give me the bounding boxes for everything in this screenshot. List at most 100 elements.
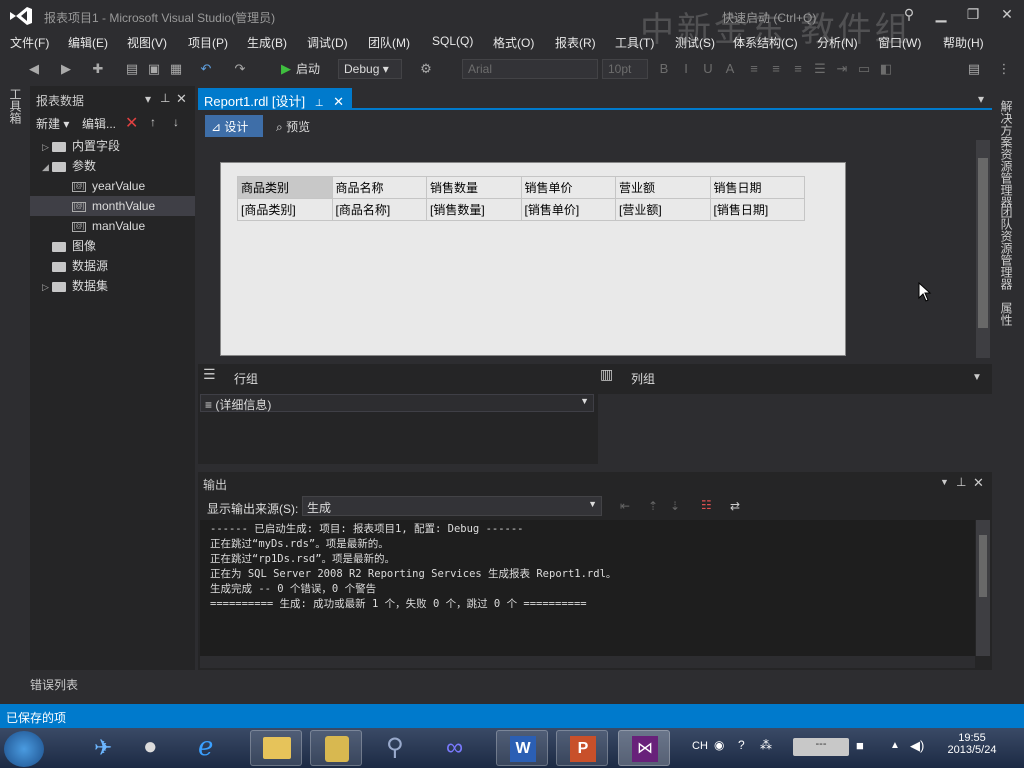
tab-solution-explorer[interactable]: 解决方案资源管理器 <box>998 100 1015 208</box>
next-message-icon[interactable]: ⇣ <box>670 499 680 513</box>
new-button[interactable]: 新建 ▾ <box>36 115 69 132</box>
move-down-icon[interactable]: ↓ <box>173 115 179 129</box>
menu-tools[interactable]: 工具(T) <box>615 34 654 51</box>
output-text[interactable]: ------ 已启动生成: 项目: 报表项目1, 配置: Debug -----… <box>200 520 975 656</box>
border-icon[interactable]: ▭ <box>856 61 872 77</box>
power-icon[interactable]: ■ <box>856 738 864 753</box>
menu-analyze[interactable]: 分析(N) <box>817 34 858 51</box>
close-panel-icon[interactable]: ✕ <box>176 91 187 107</box>
menu-window[interactable]: 窗口(W) <box>878 34 921 51</box>
forward-icon[interactable]: ▶ <box>58 61 74 77</box>
font-size-dropdown[interactable]: 10pt <box>602 59 648 79</box>
ime-icon[interactable]: ◉ <box>714 738 724 752</box>
row-group-dropdown-icon[interactable]: ▼ <box>580 396 589 406</box>
tree-parameter-item[interactable]: [@] monthValue <box>30 196 195 216</box>
prev-message-icon[interactable]: ⇡ <box>648 499 658 513</box>
tab-close-icon[interactable]: ✕ <box>333 94 344 109</box>
show-hidden-icons[interactable]: ▲ <box>890 740 900 751</box>
canvas-scroll-thumb[interactable] <box>978 158 988 328</box>
menu-edit[interactable]: 编辑(E) <box>68 34 108 51</box>
tree-parameter-item[interactable]: [@] manValue <box>30 216 195 236</box>
field-cell[interactable]: [商品类别] <box>237 198 333 221</box>
help-icon[interactable]: ? <box>738 738 745 752</box>
header-cell[interactable]: 商品类别 <box>237 176 333 199</box>
clear-all-icon[interactable]: ☷ <box>701 498 712 512</box>
align-left-icon[interactable]: ≡ <box>746 61 762 77</box>
visual-studio-logo-icon[interactable] <box>8 5 34 27</box>
save-all-icon[interactable]: ▦ <box>168 61 184 77</box>
taskbar-app-infinity[interactable]: ∞ <box>434 730 486 766</box>
search-icon[interactable]: ⚲ <box>898 6 920 26</box>
open-file-icon[interactable]: ▤ <box>124 61 140 77</box>
save-icon[interactable]: ▣ <box>146 61 162 77</box>
more-tools-icon[interactable]: ⋮ <box>996 61 1012 77</box>
config-dropdown[interactable]: Debug ▾ <box>338 59 402 79</box>
start-button[interactable] <box>4 731 44 767</box>
underline-icon[interactable]: U <box>700 61 716 77</box>
tree-parameter-item[interactable]: [@] yearValue <box>30 176 195 196</box>
quick-launch-input[interactable]: 快速启动 (Ctrl+Q) <box>722 9 816 26</box>
field-cell[interactable]: [销售日期] <box>709 198 805 221</box>
expand-toggle-icon[interactable]: ◢ <box>42 157 52 177</box>
pin-icon[interactable]: ⊥ <box>160 91 170 105</box>
align-center-icon[interactable]: ≡ <box>768 61 784 77</box>
taskbar-app-sql-tools[interactable] <box>310 730 362 766</box>
tab-team-explorer[interactable]: 团队资源管理器 <box>998 206 1015 290</box>
taskbar-app-ie[interactable]: e <box>184 730 236 766</box>
header-cell[interactable]: 营业额 <box>615 176 711 199</box>
report-tablix[interactable]: 商品类别 商品名称 销售数量 销售单价 营业额 销售日期 [商品类别] [商品名… <box>237 176 805 221</box>
tree-folder-item[interactable]: ◢ 参数 <box>30 156 195 176</box>
menu-architecture[interactable]: 体系结构(C) <box>733 34 798 51</box>
tab-pin-icon[interactable]: ⊥ <box>315 98 324 109</box>
layout-icon[interactable]: ▤ <box>966 61 982 77</box>
field-cell[interactable]: [营业额] <box>615 198 711 221</box>
expand-toggle-icon[interactable]: ▷ <box>42 277 52 297</box>
start-icon[interactable]: ▶ <box>278 61 294 77</box>
delete-icon[interactable]: ✕ <box>125 113 138 133</box>
minimize-button[interactable]: ▁ <box>930 6 952 26</box>
output-scroll-thumb[interactable] <box>979 535 987 597</box>
menu-format[interactable]: 格式(O) <box>493 34 534 51</box>
menu-help[interactable]: 帮助(H) <box>943 34 984 51</box>
menu-project[interactable]: 项目(P) <box>188 34 228 51</box>
taskbar-app-visual-studio[interactable]: ⋈ <box>618 730 670 766</box>
header-cell[interactable]: 销售单价 <box>520 176 616 199</box>
menu-report[interactable]: 报表(R) <box>555 34 596 51</box>
align-right-icon[interactable]: ≡ <box>790 61 806 77</box>
list-icon[interactable]: ☰ <box>812 61 828 77</box>
taskbar-app-explorer[interactable] <box>250 730 302 766</box>
output-source-dropdown[interactable]: 生成 ▼ <box>302 496 602 516</box>
tray-widget[interactable]: --- <box>793 738 849 756</box>
tray-settings-icon[interactable]: ⁂ <box>760 738 772 752</box>
font-dropdown[interactable]: Arial <box>462 59 598 79</box>
menu-debug[interactable]: 调试(D) <box>307 34 348 51</box>
tree-folder-item[interactable]: ▷ 内置字段 <box>30 136 195 156</box>
start-button[interactable]: 启动 <box>296 60 320 77</box>
grouping-menu-icon[interactable]: ▼ <box>972 372 982 383</box>
output-hscrollbar[interactable] <box>200 656 975 668</box>
back-icon[interactable]: ◀ <box>26 61 42 77</box>
menu-file[interactable]: 文件(F) <box>10 34 49 51</box>
tree-folder-item[interactable]: 数据源 <box>30 256 195 276</box>
output-pin-icon[interactable]: ⊥ <box>956 475 966 489</box>
menu-team[interactable]: 团队(M) <box>368 34 410 51</box>
restore-button[interactable]: ❐ <box>962 6 984 26</box>
tree-folder-item[interactable]: ▷ 数据集 <box>30 276 195 296</box>
taskbar-app-bird[interactable]: ✈ <box>80 730 132 766</box>
taskbar-app-word[interactable]: W <box>496 730 548 766</box>
taskbar-clock[interactable]: 19:55 2013/5/24 <box>930 732 1014 756</box>
field-cell[interactable]: [销售数量] <box>426 198 522 221</box>
bold-icon[interactable]: B <box>656 61 672 77</box>
edit-button[interactable]: 编辑... <box>82 115 116 132</box>
tab-error-list[interactable]: 错误列表 <box>30 676 78 693</box>
menu-view[interactable]: 视图(V) <box>127 34 167 51</box>
tab-properties[interactable]: 属性 <box>998 302 1015 326</box>
output-close-icon[interactable]: ✕ <box>973 475 984 491</box>
goto-icon[interactable]: ⇤ <box>620 499 630 513</box>
field-cell[interactable]: [销售单价] <box>520 198 616 221</box>
output-menu-icon[interactable]: ▼ <box>940 477 949 487</box>
fill-color-icon[interactable]: ◧ <box>878 61 894 77</box>
expand-toggle-icon[interactable]: ▷ <box>42 137 52 157</box>
design-button[interactable]: ⊿ 设计 <box>205 115 263 137</box>
header-cell[interactable]: 销售日期 <box>709 176 805 199</box>
